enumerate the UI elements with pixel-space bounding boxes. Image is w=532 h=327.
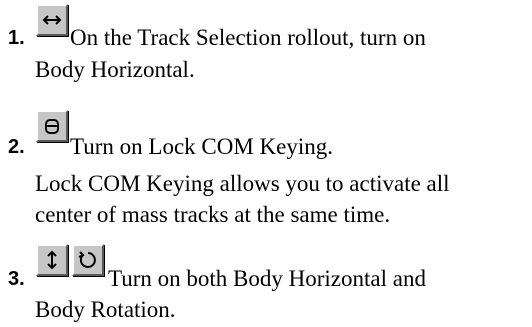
body-vertical-button[interactable]: [36, 244, 68, 276]
step-2-note-line-2: center of mass tracks at the same time.: [35, 202, 391, 227]
step-3-text-cont: Body Rotation.: [35, 297, 176, 322]
step-2-note-line-1: Lock COM Keying allows you to activate a…: [35, 171, 450, 196]
body-vertical-icon: [47, 250, 57, 270]
step-1-text-cont: Body Horizontal.: [35, 57, 195, 82]
lock-com-icon: [45, 119, 59, 134]
step-2-text: Turn on Lock COM Keying.: [70, 134, 334, 159]
lock-com-keying-button[interactable]: [36, 110, 68, 142]
step-3-number: 3.: [8, 268, 25, 290]
step-1-text: On the Track Selection rollout, turn on: [70, 25, 426, 50]
body-rotation-icon: [78, 251, 96, 268]
step-2-number: 2.: [8, 136, 25, 158]
step-3-text: Turn on both Body Horizontal and: [108, 266, 426, 291]
body-horizontal-button[interactable]: [36, 4, 68, 36]
body-horizontal-icon: [42, 15, 62, 25]
step-1-number: 1.: [8, 27, 25, 49]
body-rotation-button[interactable]: [72, 244, 104, 276]
